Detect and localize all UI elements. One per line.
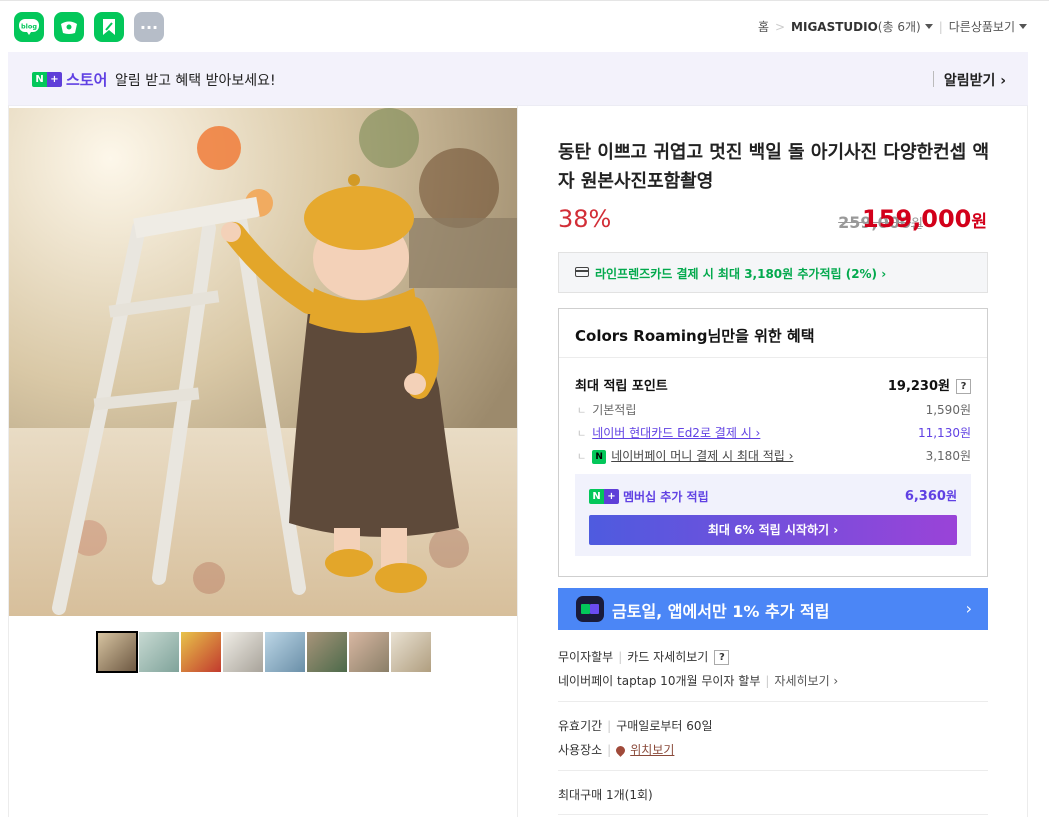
help-icon[interactable]: ? [956, 379, 971, 394]
validity-row: 유효기간 | 구매일로부터 60일 [558, 719, 713, 733]
benefit-row-value: 11,130원 [917, 426, 971, 440]
installment-row: 무이자할부 | 카드 자세히보기? [558, 648, 730, 665]
max-points-label: 최대 적립 포인트 [575, 379, 668, 394]
alarm-button[interactable]: 알림받기 › [944, 70, 1006, 90]
detail-link[interactable]: 자세히보기 › [774, 674, 838, 688]
bookmark-icon[interactable] [94, 12, 124, 42]
credit-card-icon [575, 267, 589, 277]
membership-value: 6,360원 [904, 489, 957, 504]
app-promo-text: 금토일, 앱에서만 1% 추가 적립 [612, 602, 830, 621]
store-alarm-banner: N + 스토어 알림 받고 혜택 받아보세요! 알림받기 › [8, 52, 1028, 106]
app-promo-banner[interactable]: 금토일, 앱에서만 1% 추가 적립 › [558, 588, 988, 630]
benefit-row-basic: 기본적립 1,590원 [575, 401, 971, 418]
thumbnail-8[interactable] [391, 632, 431, 672]
more-icon[interactable]: ··· [134, 12, 164, 42]
thumbnail-2[interactable] [139, 632, 179, 672]
location-pin-icon [614, 744, 628, 757]
benefit-row-card[interactable]: 네이버 현대카드 Ed2로 결제 시 › 11,130원 [575, 424, 971, 441]
store-name[interactable]: MIGASTUDIO [791, 20, 878, 34]
home-link[interactable]: 홈 [758, 18, 769, 35]
chevron-down-icon[interactable] [1019, 24, 1027, 29]
blog-icon[interactable]: blog [14, 12, 44, 42]
naver-plus-icon: N + [32, 72, 62, 87]
validity-value: 구매일로부터 60일 [616, 719, 713, 733]
hyundai-card-link[interactable]: 네이버 현대카드 Ed2로 결제 시 › [592, 426, 760, 440]
thumbnail-4[interactable] [223, 632, 263, 672]
benefit-row-npay[interactable]: N 네이버페이 머니 결제 시 최대 적립 › 3,180원 [575, 447, 971, 464]
card-detail-link[interactable]: 카드 자세히보기 [627, 650, 708, 664]
membership-label: 멤버십 추가 적립 [623, 490, 709, 504]
benefit-heading: Colors Roaming님만을 위한 혜택 [575, 327, 815, 345]
max-points-row: 최대 적립 포인트 19,230원? [575, 375, 971, 394]
npay-installment-row: 네이버페이 taptap 10개월 무이자 할부 | 자세히보기 › [558, 674, 839, 688]
membership-start-button[interactable]: 최대 6% 적립 시작하기 › [589, 515, 957, 545]
thumbnail-6[interactable] [307, 632, 347, 672]
discount-rate: 38% [558, 205, 612, 233]
store-label: 스토어 [66, 71, 108, 89]
membership-box: N + 멤버십 추가 적립 6,360원 최대 6% 적립 시작하기 › [575, 474, 971, 556]
svg-text:blog: blog [21, 23, 37, 31]
thumbnail-3[interactable] [181, 632, 221, 672]
naver-plus-icon: N + [589, 489, 619, 504]
naver-pay-icon: N [592, 449, 607, 464]
cafe-icon[interactable] [54, 12, 84, 42]
naver-app-icon [576, 596, 604, 622]
thumbnail-7[interactable] [349, 632, 389, 672]
other-products-link[interactable]: 다른상품보기 [949, 18, 1015, 35]
benefit-row-label: 기본적립 [575, 403, 636, 417]
benefit-panel: Colors Roaming님만을 위한 혜택 최대 적립 포인트 19,230… [558, 308, 988, 577]
top-bar: blog ··· 홈 > MIGASTUDIO (총 6개) | 다른상품보기 [0, 0, 1049, 52]
product-title: 동탄 이쁘고 귀엽고 멋진 백일 돌 아기사진 다양한컨셉 액자 원본사진포함촬… [558, 142, 990, 192]
thumbnail-5[interactable] [265, 632, 305, 672]
place-row: 사용장소 | 위치보기 [558, 743, 675, 757]
place-label: 사용장소 [558, 743, 603, 757]
banner-message: 알림 받고 혜택 받아보세요! [115, 73, 276, 89]
max-points-value: 19,230원 [887, 379, 950, 394]
card-promo-text[interactable]: 라인프렌즈카드 결제 시 최대 3,180원 추가적립 (2%) › [595, 265, 886, 282]
place-link[interactable]: 위치보기 [630, 743, 674, 757]
card-promo-box[interactable]: 라인프렌즈카드 결제 시 최대 3,180원 추가적립 (2%) › [558, 252, 988, 293]
npay-installment-text: 네이버페이 taptap 10개월 무이자 할부 [558, 674, 761, 688]
npay-money-link[interactable]: 네이버페이 머니 결제 시 최대 적립 › [611, 449, 793, 463]
max-purchase-text: 최대구매 1개(1회) [558, 788, 653, 802]
benefit-row-value: 3,180원 [925, 449, 971, 463]
validity-label: 유효기간 [558, 719, 603, 733]
chevron-right-icon: › [965, 599, 972, 618]
product-image[interactable] [9, 108, 517, 616]
chevron-down-icon[interactable] [924, 24, 933, 29]
help-icon[interactable]: ? [714, 650, 730, 665]
thumbnail-strip [96, 631, 431, 673]
top-nav: 홈 > MIGASTUDIO (총 6개) | 다른상품보기 [758, 18, 1027, 35]
sale-price: 159,000원 [862, 205, 987, 233]
max-purchase-row: 최대구매 1개(1회) [558, 786, 653, 803]
store-count: (총 6개) [877, 20, 921, 34]
benefit-row-value: 1,590원 [925, 403, 971, 417]
thumbnail-1[interactable] [96, 631, 138, 673]
installment-label: 무이자할부 [558, 650, 614, 664]
